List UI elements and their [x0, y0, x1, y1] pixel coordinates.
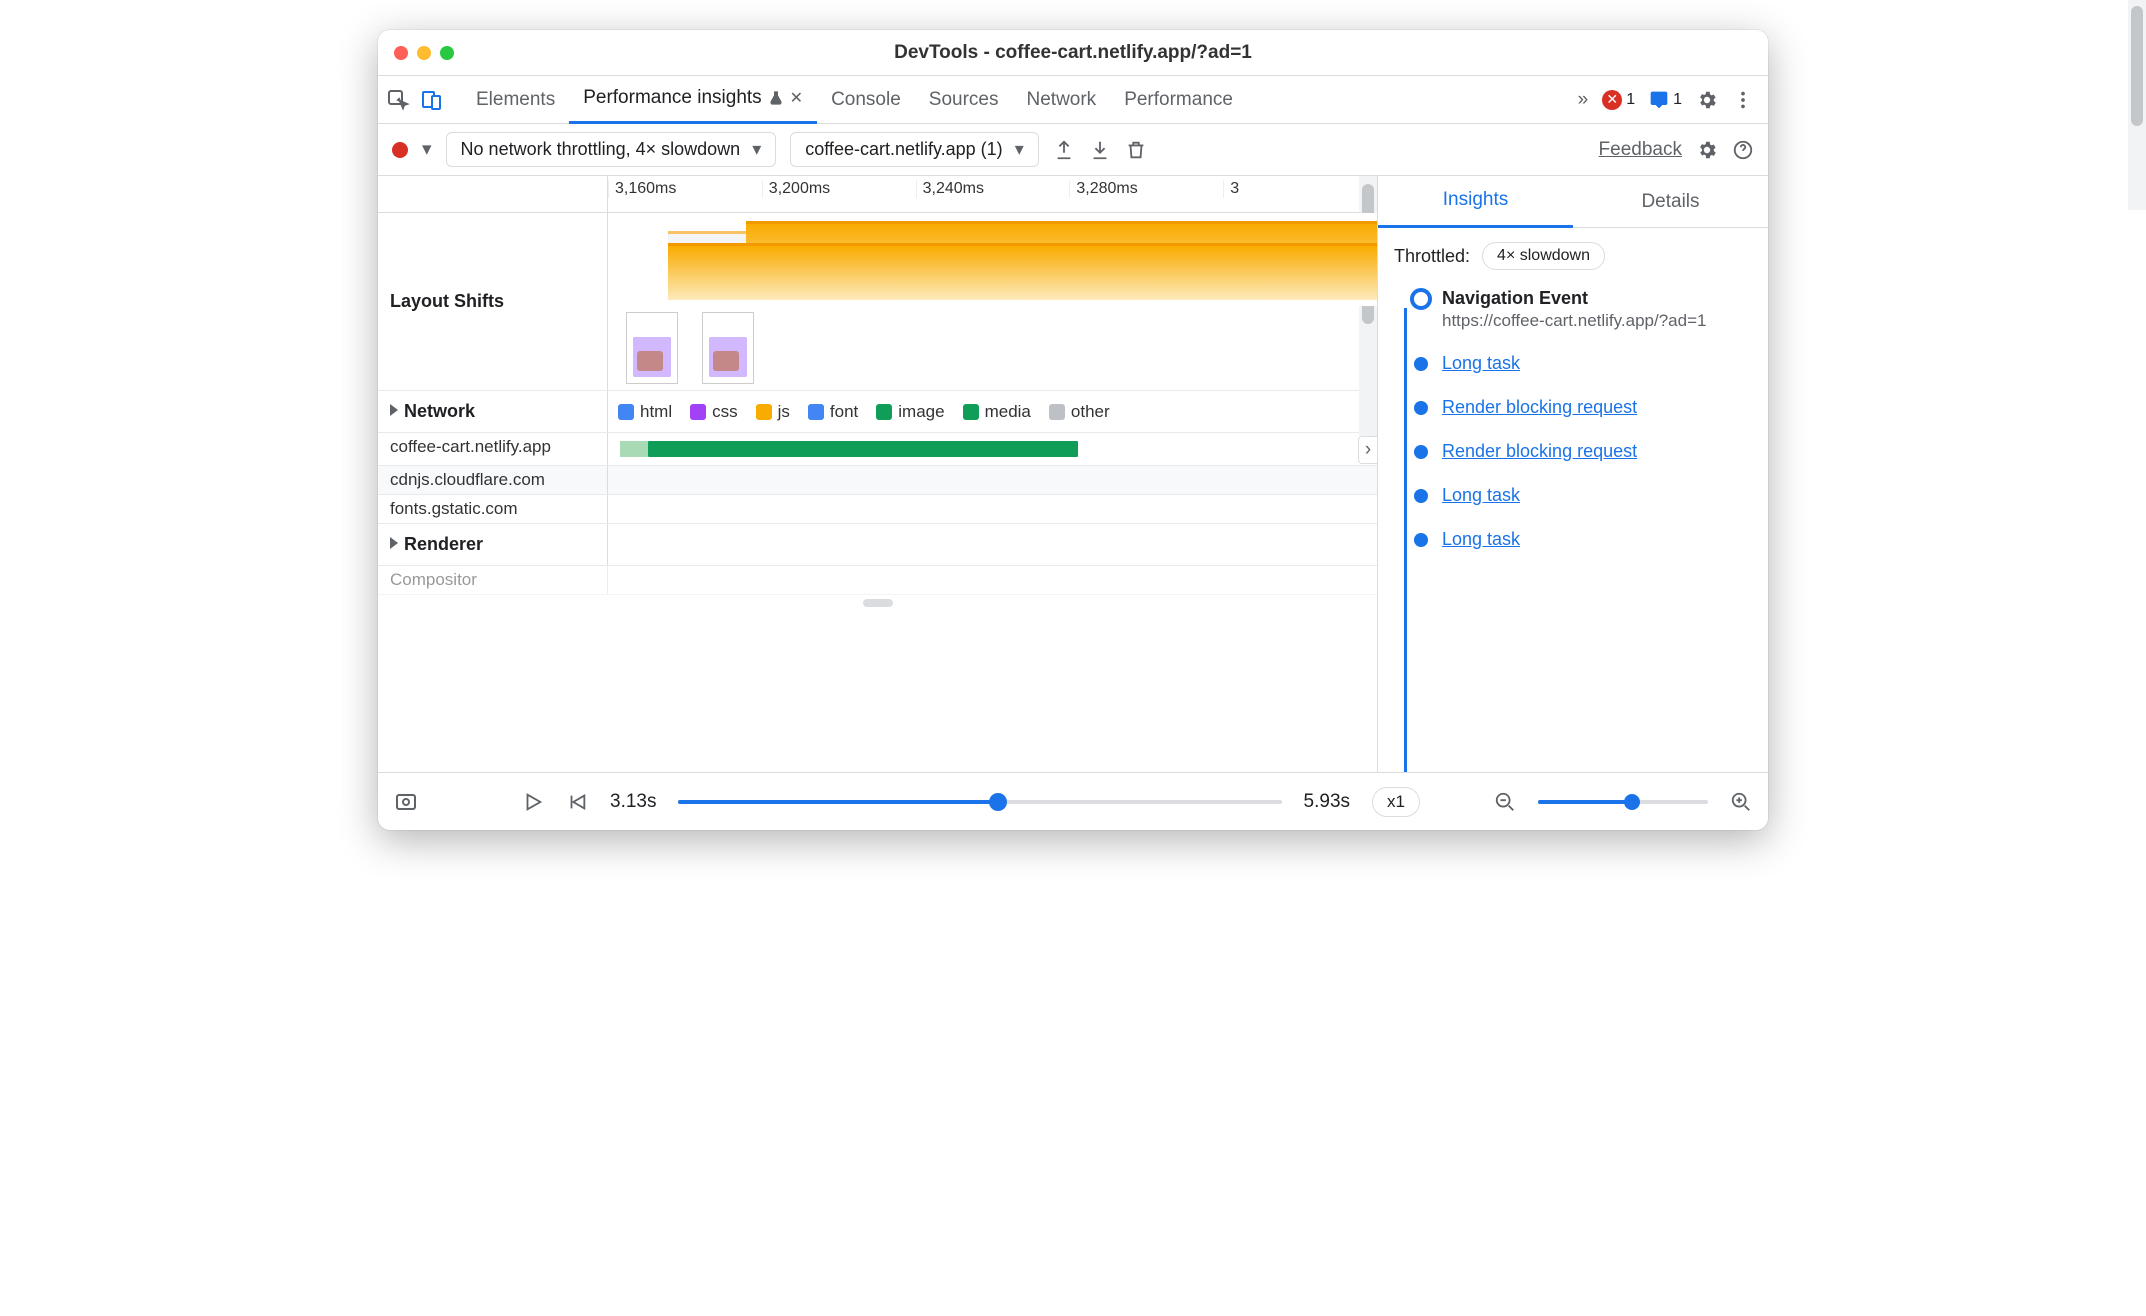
zoom-slider[interactable]	[1538, 800, 1708, 804]
more-tabs-icon[interactable]: »	[1578, 89, 1589, 111]
tab-performance-insights[interactable]: Performance insights ✕	[569, 76, 817, 124]
window-titlebar: DevTools - coffee-cart.netlify.app/?ad=1	[378, 30, 1768, 76]
tab-details[interactable]: Details	[1573, 176, 1768, 228]
playback-footer: 3.13s 5.93s x1	[378, 772, 1768, 830]
issues-badge[interactable]: 1	[1649, 90, 1682, 110]
insight-item[interactable]: Render blocking request	[1394, 397, 1752, 419]
empty-row-label	[378, 176, 608, 212]
time-slider[interactable]	[678, 800, 1281, 804]
throttled-pill[interactable]: 4× slowdown	[1482, 242, 1605, 270]
timeline-chart[interactable]	[608, 213, 1377, 306]
tab-elements[interactable]: Elements	[462, 76, 569, 124]
time-ruler[interactable]: 3,160ms 3,200ms 3,240ms 3,280ms 3	[608, 176, 1377, 212]
resize-handle[interactable]	[863, 599, 893, 607]
record-button[interactable]	[392, 142, 408, 158]
performance-toolbar: ▾ No network throttling, 4× slowdown▾ co…	[378, 124, 1768, 176]
network-host[interactable]: fonts.gstatic.com	[378, 495, 608, 523]
tab-insights[interactable]: Insights	[1378, 176, 1573, 228]
close-window-button[interactable]	[394, 46, 408, 60]
record-menu-caret[interactable]: ▾	[422, 138, 432, 161]
insight-item[interactable]: Long task	[1394, 485, 1752, 507]
zoom-in-icon[interactable]	[1730, 791, 1752, 813]
device-toggle-icon[interactable]	[420, 88, 444, 112]
tab-console[interactable]: Console	[817, 76, 915, 124]
devtools-tabs: Elements Performance insights ✕ Console …	[378, 76, 1768, 124]
tab-performance[interactable]: Performance	[1110, 76, 1247, 124]
export-icon[interactable]	[1053, 139, 1075, 161]
insight-item[interactable]: Long task	[1394, 529, 1752, 551]
play-icon[interactable]	[522, 791, 544, 813]
network-section-label[interactable]: Network	[378, 391, 608, 432]
help-icon[interactable]	[1732, 139, 1754, 161]
errors-badge[interactable]: ✕ 1	[1602, 90, 1635, 110]
minimize-window-button[interactable]	[417, 46, 431, 60]
renderer-section-label[interactable]: Renderer	[378, 524, 608, 565]
zoom-out-icon[interactable]	[1494, 791, 1516, 813]
tab-sources[interactable]: Sources	[915, 76, 1013, 124]
throttling-select[interactable]: No network throttling, 4× slowdown▾	[446, 132, 777, 167]
window-title: DevTools - coffee-cart.netlify.app/?ad=1	[378, 42, 1768, 64]
network-request-bar[interactable]	[648, 441, 1078, 457]
chevron-right-icon	[390, 404, 398, 416]
network-legend: html css js font image media other	[608, 394, 1120, 430]
flask-icon	[768, 90, 784, 106]
time-end: 5.93s	[1304, 791, 1350, 813]
inspect-icon[interactable]	[386, 88, 410, 112]
insight-nav-event[interactable]: Navigation Event https://coffee-cart.net…	[1394, 288, 1752, 331]
time-start: 3.13s	[610, 791, 656, 813]
error-icon: ✕	[1602, 90, 1622, 110]
layout-shift-thumbnails	[608, 306, 1377, 390]
network-host[interactable]: coffee-cart.netlify.app	[378, 433, 608, 465]
layout-shifts-label: Layout Shifts	[378, 213, 608, 390]
feedback-link[interactable]: Feedback	[1599, 139, 1682, 161]
preview-icon[interactable]	[394, 790, 418, 814]
insight-item[interactable]: Long task	[1394, 353, 1752, 375]
recording-select[interactable]: coffee-cart.netlify.app (1)▾	[790, 132, 1038, 167]
tab-network[interactable]: Network	[1013, 76, 1111, 124]
close-tab-icon[interactable]: ✕	[790, 88, 803, 108]
settings-icon[interactable]	[1696, 89, 1718, 111]
compositor-section-label[interactable]: Compositor	[378, 566, 608, 594]
import-icon[interactable]	[1089, 139, 1111, 161]
network-host[interactable]: cdnjs.cloudflare.com	[378, 466, 608, 494]
chevron-right-icon	[390, 537, 398, 549]
layout-shift-thumb[interactable]	[702, 312, 754, 384]
rewind-icon[interactable]	[566, 791, 588, 813]
timeline-dot-icon	[1410, 288, 1432, 310]
maximize-window-button[interactable]	[440, 46, 454, 60]
insight-item[interactable]: Render blocking request	[1394, 441, 1752, 463]
delete-icon[interactable]	[1125, 139, 1147, 161]
throttled-row: Throttled: 4× slowdown	[1378, 228, 1768, 284]
layout-shift-thumb[interactable]	[626, 312, 678, 384]
panel-settings-icon[interactable]	[1696, 139, 1718, 161]
playback-speed[interactable]: x1	[1372, 787, 1420, 817]
kebab-menu-icon[interactable]	[1732, 89, 1754, 111]
issues-icon	[1649, 90, 1669, 110]
expand-sidebar-icon[interactable]: ›	[1358, 436, 1378, 464]
